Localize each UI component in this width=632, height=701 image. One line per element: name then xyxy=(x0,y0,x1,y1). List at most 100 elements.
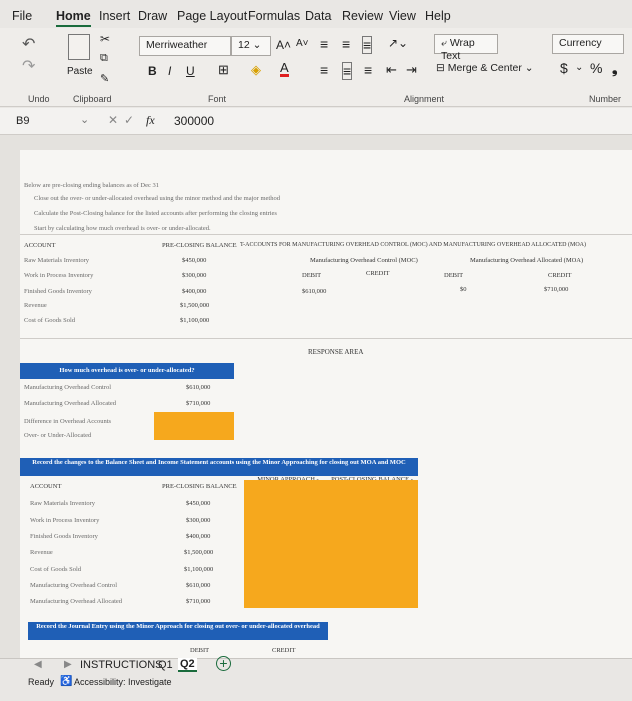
minor-row-value: $1,500,000 xyxy=(184,549,214,556)
minor-row: Manufacturing Overhead Control xyxy=(30,582,118,589)
undo-icon[interactable]: ↶ xyxy=(22,34,35,54)
minor-row-value: $610,000 xyxy=(186,582,211,589)
tab-scroll-right-icon[interactable]: ▶ xyxy=(64,659,72,670)
redo-icon[interactable]: ↷ xyxy=(22,56,35,76)
menu-review[interactable]: Review xyxy=(342,9,383,23)
wrap-text-icon: ⤶ xyxy=(441,37,447,49)
align-right-icon[interactable]: ≡ xyxy=(364,62,372,78)
column-headers xyxy=(0,135,632,151)
menu-view[interactable]: View xyxy=(389,9,416,23)
menu-formulas[interactable]: Formulas xyxy=(248,9,300,23)
moc-credit-label: CREDIT xyxy=(366,270,390,277)
decrease-indent-icon[interactable]: ⇤ xyxy=(386,62,397,78)
over-under-row: Difference in Overhead Accounts xyxy=(24,418,112,425)
copy-icon[interactable]: ⧉ xyxy=(100,52,108,65)
table-row: Raw Materials Inventory xyxy=(24,257,89,264)
tab-q1[interactable]: Q1 xyxy=(158,659,173,671)
over-under-value: $610,000 xyxy=(186,384,211,391)
tab-q2[interactable]: Q2 xyxy=(178,658,197,672)
orientation-icon[interactable]: ↗⌄ xyxy=(388,36,408,50)
align-bottom-icon[interactable]: ≡ xyxy=(362,36,373,54)
menu-page-layout[interactable]: Page Layout xyxy=(177,9,247,23)
font-name-select[interactable]: Merriweather xyxy=(139,36,231,56)
grow-font-icon[interactable]: A˄ xyxy=(276,38,291,52)
row-headers xyxy=(0,150,20,658)
moa-credit-value: $710,000 xyxy=(544,286,569,293)
fill-color-icon[interactable]: ◈ xyxy=(251,62,261,78)
table-row: Finished Goods Inventory xyxy=(24,288,92,295)
over-under-answer-cells[interactable] xyxy=(154,412,234,440)
accessibility-status[interactable]: Accessibility: Investigate xyxy=(74,677,172,687)
align-left-icon[interactable]: ≡ xyxy=(320,62,328,78)
number-format-select[interactable]: Currency xyxy=(552,34,624,54)
merge-icon: ⊟ xyxy=(436,62,445,74)
minor-col-account: ACCOUNT xyxy=(30,483,62,490)
minor-row: Work in Process Inventory xyxy=(30,517,100,524)
moc-debit-label: DEBIT xyxy=(302,272,322,279)
intro-line: Below are pre-closing ending balances as… xyxy=(24,182,160,189)
table-row-value: $1,500,000 xyxy=(180,302,210,309)
journal-title: Record the Journal Entry using the Minor… xyxy=(28,622,328,640)
formula-input[interactable]: 300000 xyxy=(174,114,214,128)
table-row: Cost of Goods Sold xyxy=(24,317,76,324)
align-center-icon[interactable]: ≡ xyxy=(342,62,353,80)
align-top-icon[interactable]: ≡ xyxy=(320,36,328,52)
over-under-value: $710,000 xyxy=(186,400,211,407)
minor-row: Revenue xyxy=(30,549,53,556)
font-size-select[interactable]: 12 ⌄ xyxy=(231,36,271,56)
menu-help[interactable]: Help xyxy=(425,9,451,23)
header-account: ACCOUNT xyxy=(24,242,56,249)
add-sheet-button[interactable]: + xyxy=(216,656,231,671)
menu-insert[interactable]: Insert xyxy=(99,9,130,23)
align-middle-icon[interactable]: ≡ xyxy=(342,36,350,52)
borders-icon[interactable]: ⊞ xyxy=(218,62,229,78)
bold-button[interactable]: B xyxy=(148,64,157,78)
accounting-dropdown-icon[interactable]: ⌄ xyxy=(575,62,583,73)
accessibility-icon[interactable]: ♿ xyxy=(60,676,72,687)
menu-draw[interactable]: Draw xyxy=(138,9,167,23)
italic-button[interactable]: I xyxy=(168,64,171,78)
underline-button[interactable]: U xyxy=(186,64,195,78)
group-undo: Undo xyxy=(28,94,50,104)
merge-center-button[interactable]: ⊟ Merge & Center ⌄ xyxy=(436,62,534,74)
journal-debit-label: DEBIT xyxy=(190,647,210,654)
enter-icon[interactable]: ✓ xyxy=(124,113,134,127)
menu-home[interactable]: Home xyxy=(56,9,91,27)
formula-bar: B9 ⌄ ✕ ✓ fx 300000 xyxy=(0,108,632,135)
function-icon[interactable]: fx xyxy=(146,113,155,128)
journal-credit-label: CREDIT xyxy=(272,647,296,654)
minor-answer-cells[interactable] xyxy=(244,480,418,608)
group-font: Font xyxy=(208,94,227,104)
percent-button[interactable]: % xyxy=(590,60,602,76)
name-box[interactable]: B9 xyxy=(16,115,29,127)
paste-button[interactable]: Paste xyxy=(67,66,93,77)
table-row: Work in Process Inventory xyxy=(24,272,94,279)
wrap-text-button[interactable]: ⤶ Wrap Text xyxy=(434,34,498,62)
moa-label: Manufacturing Overhead Allocated (MOA) xyxy=(470,257,584,264)
table-row-value: $300,000 xyxy=(182,272,207,279)
menu-file[interactable]: File xyxy=(12,9,32,23)
format-painter-icon[interactable]: ✎ xyxy=(100,72,109,85)
minor-row-value: $710,000 xyxy=(186,598,211,605)
cancel-icon[interactable]: ✕ xyxy=(108,113,118,127)
minor-approach-title: Record the changes to the Balance Sheet … xyxy=(20,458,418,476)
shrink-font-icon[interactable]: A˅ xyxy=(296,38,309,49)
tab-scroll-left-icon[interactable]: ◀ xyxy=(34,659,42,670)
font-color-icon[interactable]: A xyxy=(280,61,289,77)
increase-indent-icon[interactable]: ⇥ xyxy=(406,62,417,78)
paste-icon[interactable] xyxy=(68,34,90,60)
accounting-format-button[interactable]: $ xyxy=(560,60,568,76)
intro-line: Start by calculating how much overhead i… xyxy=(34,225,211,232)
status-ready: Ready xyxy=(28,677,55,687)
minor-row: Finished Goods Inventory xyxy=(30,533,98,540)
cut-icon[interactable]: ✂ xyxy=(100,32,110,46)
minor-row: Manufacturing Overhead Allocated xyxy=(30,598,123,605)
worksheet[interactable]: Below are pre-closing ending balances as… xyxy=(20,150,632,658)
menu-data[interactable]: Data xyxy=(305,9,331,23)
tab-instructions[interactable]: INSTRUCTIONS xyxy=(80,659,163,671)
group-number: Number xyxy=(589,94,622,104)
comma-style-icon[interactable]: ❟ xyxy=(612,60,618,77)
table-row-value: $450,000 xyxy=(182,257,207,264)
moc-label: Manufacturing Overhead Control (MOC) xyxy=(310,257,418,264)
name-box-dropdown-icon[interactable]: ⌄ xyxy=(80,113,89,126)
